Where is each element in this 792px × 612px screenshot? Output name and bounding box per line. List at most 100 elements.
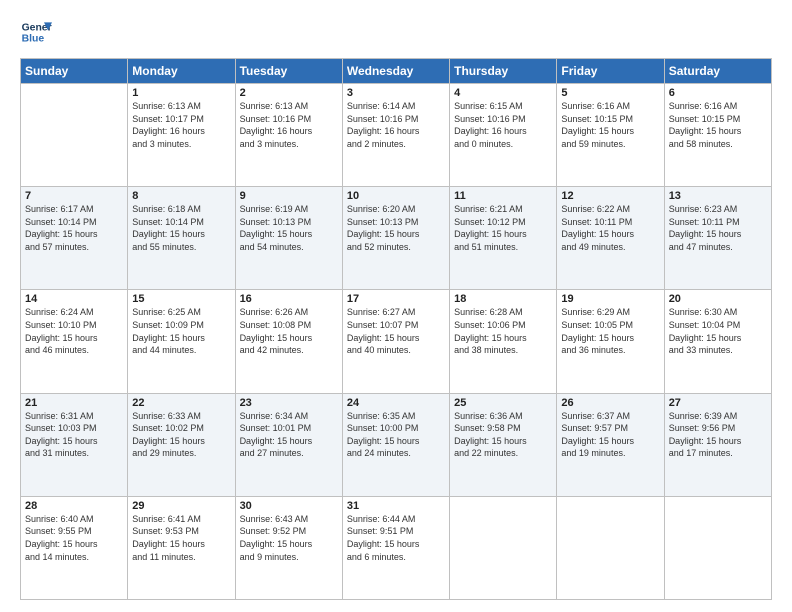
week-row-2: 7Sunrise: 6:17 AMSunset: 10:14 PMDayligh… [21,187,772,290]
day-number: 14 [25,293,123,305]
day-number: 3 [347,87,445,99]
day-number: 5 [561,87,659,99]
day-info: Sunrise: 6:17 AMSunset: 10:14 PMDaylight… [25,203,123,253]
day-number: 24 [347,397,445,409]
day-number: 31 [347,500,445,512]
day-info: Sunrise: 6:29 AMSunset: 10:05 PMDaylight… [561,306,659,356]
weekday-header-thursday: Thursday [450,59,557,84]
day-info: Sunrise: 6:15 AMSunset: 10:16 PMDaylight… [454,100,552,150]
day-cell: 18Sunrise: 6:28 AMSunset: 10:06 PMDaylig… [450,290,557,393]
day-cell: 20Sunrise: 6:30 AMSunset: 10:04 PMDaylig… [664,290,771,393]
weekday-header-row: SundayMondayTuesdayWednesdayThursdayFrid… [21,59,772,84]
header: General Blue [20,16,772,48]
day-cell [664,496,771,599]
day-cell: 9Sunrise: 6:19 AMSunset: 10:13 PMDayligh… [235,187,342,290]
day-number: 10 [347,190,445,202]
day-cell: 11Sunrise: 6:21 AMSunset: 10:12 PMDaylig… [450,187,557,290]
day-info: Sunrise: 6:35 AMSunset: 10:00 PMDaylight… [347,410,445,460]
day-info: Sunrise: 6:27 AMSunset: 10:07 PMDaylight… [347,306,445,356]
day-info: Sunrise: 6:23 AMSunset: 10:11 PMDaylight… [669,203,767,253]
day-cell: 17Sunrise: 6:27 AMSunset: 10:07 PMDaylig… [342,290,449,393]
calendar-table: SundayMondayTuesdayWednesdayThursdayFrid… [20,58,772,600]
day-number: 29 [132,500,230,512]
day-info: Sunrise: 6:34 AMSunset: 10:01 PMDaylight… [240,410,338,460]
day-info: Sunrise: 6:41 AMSunset: 9:53 PMDaylight:… [132,513,230,563]
day-info: Sunrise: 6:16 AMSunset: 10:15 PMDaylight… [669,100,767,150]
day-number: 11 [454,190,552,202]
day-info: Sunrise: 6:18 AMSunset: 10:14 PMDaylight… [132,203,230,253]
day-info: Sunrise: 6:36 AMSunset: 9:58 PMDaylight:… [454,410,552,460]
weekday-header-monday: Monday [128,59,235,84]
day-cell: 19Sunrise: 6:29 AMSunset: 10:05 PMDaylig… [557,290,664,393]
day-info: Sunrise: 6:39 AMSunset: 9:56 PMDaylight:… [669,410,767,460]
day-number: 17 [347,293,445,305]
day-number: 4 [454,87,552,99]
week-row-1: 1Sunrise: 6:13 AMSunset: 10:17 PMDayligh… [21,84,772,187]
day-cell: 31Sunrise: 6:44 AMSunset: 9:51 PMDayligh… [342,496,449,599]
week-row-5: 28Sunrise: 6:40 AMSunset: 9:55 PMDayligh… [21,496,772,599]
weekday-header-saturday: Saturday [664,59,771,84]
day-cell: 12Sunrise: 6:22 AMSunset: 10:11 PMDaylig… [557,187,664,290]
day-info: Sunrise: 6:22 AMSunset: 10:11 PMDaylight… [561,203,659,253]
day-number: 18 [454,293,552,305]
day-number: 16 [240,293,338,305]
day-info: Sunrise: 6:33 AMSunset: 10:02 PMDaylight… [132,410,230,460]
day-info: Sunrise: 6:40 AMSunset: 9:55 PMDaylight:… [25,513,123,563]
day-number: 13 [669,190,767,202]
day-number: 7 [25,190,123,202]
logo: General Blue [20,16,52,48]
day-cell: 28Sunrise: 6:40 AMSunset: 9:55 PMDayligh… [21,496,128,599]
day-number: 9 [240,190,338,202]
day-info: Sunrise: 6:31 AMSunset: 10:03 PMDaylight… [25,410,123,460]
day-number: 27 [669,397,767,409]
day-number: 15 [132,293,230,305]
day-info: Sunrise: 6:13 AMSunset: 10:17 PMDaylight… [132,100,230,150]
day-info: Sunrise: 6:16 AMSunset: 10:15 PMDaylight… [561,100,659,150]
day-cell: 21Sunrise: 6:31 AMSunset: 10:03 PMDaylig… [21,393,128,496]
day-info: Sunrise: 6:30 AMSunset: 10:04 PMDaylight… [669,306,767,356]
weekday-header-tuesday: Tuesday [235,59,342,84]
day-cell: 22Sunrise: 6:33 AMSunset: 10:02 PMDaylig… [128,393,235,496]
day-info: Sunrise: 6:26 AMSunset: 10:08 PMDaylight… [240,306,338,356]
day-cell: 7Sunrise: 6:17 AMSunset: 10:14 PMDayligh… [21,187,128,290]
day-number: 19 [561,293,659,305]
day-cell: 13Sunrise: 6:23 AMSunset: 10:11 PMDaylig… [664,187,771,290]
day-info: Sunrise: 6:14 AMSunset: 10:16 PMDaylight… [347,100,445,150]
weekday-header-wednesday: Wednesday [342,59,449,84]
day-cell: 29Sunrise: 6:41 AMSunset: 9:53 PMDayligh… [128,496,235,599]
day-cell: 15Sunrise: 6:25 AMSunset: 10:09 PMDaylig… [128,290,235,393]
day-cell: 2Sunrise: 6:13 AMSunset: 10:16 PMDayligh… [235,84,342,187]
day-number: 26 [561,397,659,409]
day-info: Sunrise: 6:37 AMSunset: 9:57 PMDaylight:… [561,410,659,460]
weekday-header-sunday: Sunday [21,59,128,84]
day-cell [450,496,557,599]
day-info: Sunrise: 6:44 AMSunset: 9:51 PMDaylight:… [347,513,445,563]
day-cell: 8Sunrise: 6:18 AMSunset: 10:14 PMDayligh… [128,187,235,290]
day-cell [557,496,664,599]
day-cell: 5Sunrise: 6:16 AMSunset: 10:15 PMDayligh… [557,84,664,187]
day-number: 30 [240,500,338,512]
day-cell: 30Sunrise: 6:43 AMSunset: 9:52 PMDayligh… [235,496,342,599]
day-info: Sunrise: 6:25 AMSunset: 10:09 PMDaylight… [132,306,230,356]
day-cell: 16Sunrise: 6:26 AMSunset: 10:08 PMDaylig… [235,290,342,393]
week-row-3: 14Sunrise: 6:24 AMSunset: 10:10 PMDaylig… [21,290,772,393]
day-info: Sunrise: 6:19 AMSunset: 10:13 PMDaylight… [240,203,338,253]
day-number: 21 [25,397,123,409]
logo-icon: General Blue [20,16,52,48]
day-info: Sunrise: 6:43 AMSunset: 9:52 PMDaylight:… [240,513,338,563]
day-cell: 27Sunrise: 6:39 AMSunset: 9:56 PMDayligh… [664,393,771,496]
day-cell: 25Sunrise: 6:36 AMSunset: 9:58 PMDayligh… [450,393,557,496]
day-cell: 10Sunrise: 6:20 AMSunset: 10:13 PMDaylig… [342,187,449,290]
day-cell: 24Sunrise: 6:35 AMSunset: 10:00 PMDaylig… [342,393,449,496]
day-number: 6 [669,87,767,99]
day-cell [21,84,128,187]
day-number: 12 [561,190,659,202]
day-cell: 23Sunrise: 6:34 AMSunset: 10:01 PMDaylig… [235,393,342,496]
day-number: 23 [240,397,338,409]
day-number: 22 [132,397,230,409]
day-cell: 4Sunrise: 6:15 AMSunset: 10:16 PMDayligh… [450,84,557,187]
day-info: Sunrise: 6:21 AMSunset: 10:12 PMDaylight… [454,203,552,253]
svg-text:Blue: Blue [22,34,45,45]
week-row-4: 21Sunrise: 6:31 AMSunset: 10:03 PMDaylig… [21,393,772,496]
day-cell: 1Sunrise: 6:13 AMSunset: 10:17 PMDayligh… [128,84,235,187]
